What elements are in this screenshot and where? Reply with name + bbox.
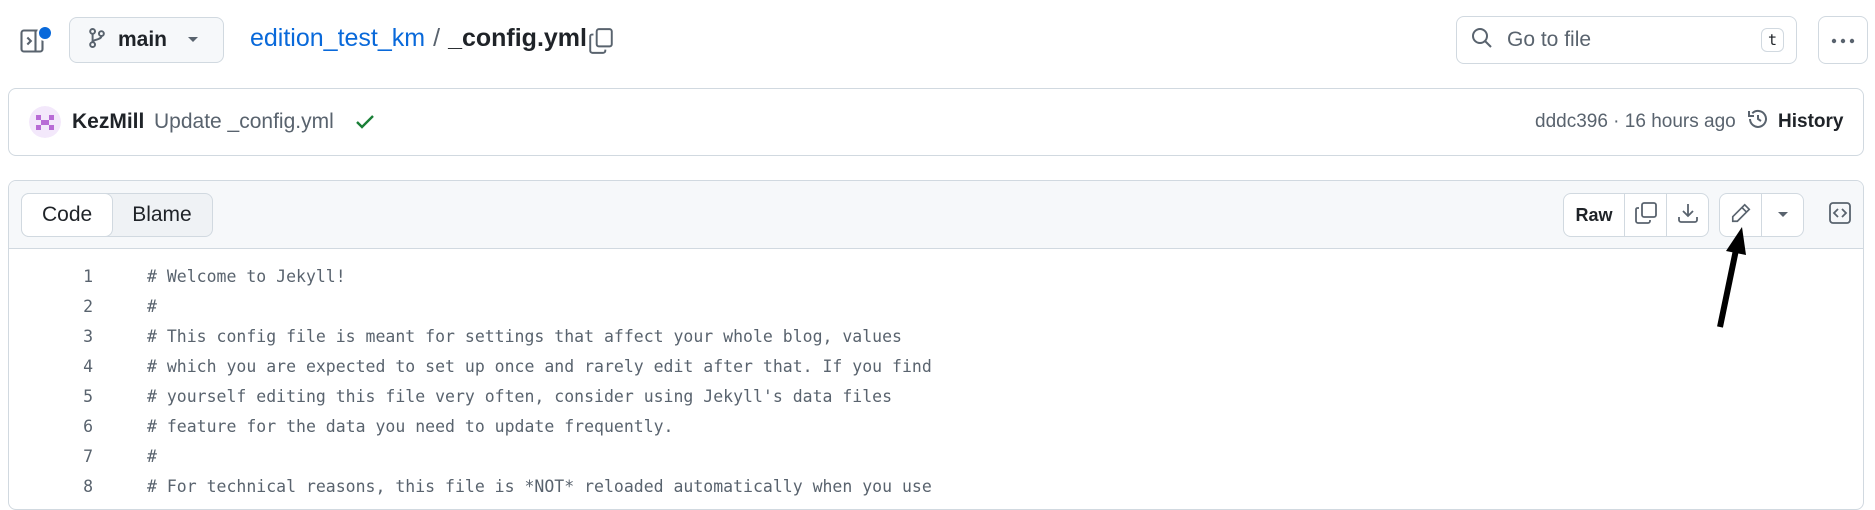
raw-button[interactable]: Raw xyxy=(1564,194,1625,236)
line-number[interactable]: 3 xyxy=(9,327,93,346)
line-content: # xyxy=(147,447,157,466)
tab-code[interactable]: Code xyxy=(21,193,114,237)
triangle-down-icon xyxy=(1777,206,1789,224)
copy-icon xyxy=(1634,201,1658,230)
line-content: # feature for the data you need to updat… xyxy=(147,417,674,436)
commit-message[interactable]: Update _config.yml xyxy=(154,110,334,134)
view-mode-toggle: Code Blame xyxy=(21,193,213,237)
code-line: 2 # xyxy=(9,291,1863,321)
code-line: 5 # yourself editing this file very often… xyxy=(9,381,1863,411)
code-line: 8 # For technical reasons, this file is *… xyxy=(9,471,1863,501)
branch-name: main xyxy=(118,28,168,51)
kebab-horizontal-icon xyxy=(1831,31,1855,49)
code-line: 7 # xyxy=(9,441,1863,471)
code-line: 6 # feature for the data you need to upda… xyxy=(9,411,1863,441)
search-placeholder: Go to file xyxy=(1507,28,1592,51)
history-button[interactable]: History xyxy=(1746,107,1843,137)
copy-raw-button[interactable] xyxy=(1625,194,1667,236)
repo-header: main edition_test_km / _config.yml Go to… xyxy=(0,0,1875,82)
code-square-icon xyxy=(1828,201,1852,230)
check-icon[interactable] xyxy=(354,111,376,133)
symbols-panel-button[interactable] xyxy=(1820,195,1860,235)
line-number[interactable]: 1 xyxy=(9,267,93,286)
more-options-button[interactable] xyxy=(1818,16,1868,64)
search-icon xyxy=(1471,27,1493,54)
line-number[interactable]: 2 xyxy=(9,297,93,316)
branch-selector-button[interactable]: main xyxy=(69,17,224,63)
file-actions: Raw xyxy=(1563,193,1804,237)
line-content: # xyxy=(147,297,157,316)
git-branch-icon xyxy=(88,27,106,54)
keyboard-shortcut-hint: t xyxy=(1760,28,1784,52)
line-content: # yourself editing this file very often,… xyxy=(147,387,893,406)
breadcrumb: edition_test_km / _config.yml xyxy=(250,24,587,53)
code-view: 1 # Welcome to Jekyll! 2 # 3 # This config … xyxy=(9,261,1863,501)
annotation-arrow xyxy=(1717,227,1746,328)
line-content: # For technical reasons, this file is *N… xyxy=(147,477,932,496)
commit-sha-and-time[interactable]: dddc396 · 16 hours ago xyxy=(1535,111,1736,133)
go-to-file-search[interactable]: Go to file t xyxy=(1456,16,1797,64)
file-viewer: Code Blame Raw 1 # Welcome to Jekyll! 2 … xyxy=(8,180,1864,510)
line-number[interactable]: 8 xyxy=(9,477,93,496)
line-content: # which you are expected to set up once … xyxy=(147,357,932,376)
download-icon xyxy=(1676,201,1700,230)
tab-blame[interactable]: Blame xyxy=(112,194,212,236)
history-label: History xyxy=(1778,111,1844,132)
code-line: 3 # This config file is meant for setting… xyxy=(9,321,1863,351)
history-icon xyxy=(1746,107,1778,137)
breadcrumb-file-name: _config.yml xyxy=(448,24,587,52)
breadcrumb-separator: / xyxy=(433,24,441,52)
file-viewer-header: Code Blame Raw xyxy=(9,181,1863,249)
line-number[interactable]: 7 xyxy=(9,447,93,466)
raw-copy-download-group: Raw xyxy=(1563,193,1709,237)
line-number[interactable]: 5 xyxy=(9,387,93,406)
line-number[interactable]: 6 xyxy=(9,417,93,436)
code-line: 4 # which you are expected to set up once… xyxy=(9,351,1863,381)
copy-path-icon[interactable] xyxy=(588,27,614,55)
latest-commit-bar: KezMill Update _config.yml dddc396 · 16 … xyxy=(8,88,1864,156)
notification-dot xyxy=(37,25,53,41)
edit-options-dropdown[interactable] xyxy=(1762,194,1803,236)
breadcrumb-repo-link[interactable]: edition_test_km xyxy=(250,24,425,53)
line-content: # This config file is meant for settings… xyxy=(147,327,902,346)
code-line: 1 # Welcome to Jekyll! xyxy=(9,261,1863,291)
triangle-down-icon xyxy=(187,31,199,49)
line-content: # Welcome to Jekyll! xyxy=(147,267,346,286)
avatar[interactable] xyxy=(29,106,61,138)
line-number[interactable]: 4 xyxy=(9,357,93,376)
commit-author[interactable]: KezMill xyxy=(72,110,144,134)
